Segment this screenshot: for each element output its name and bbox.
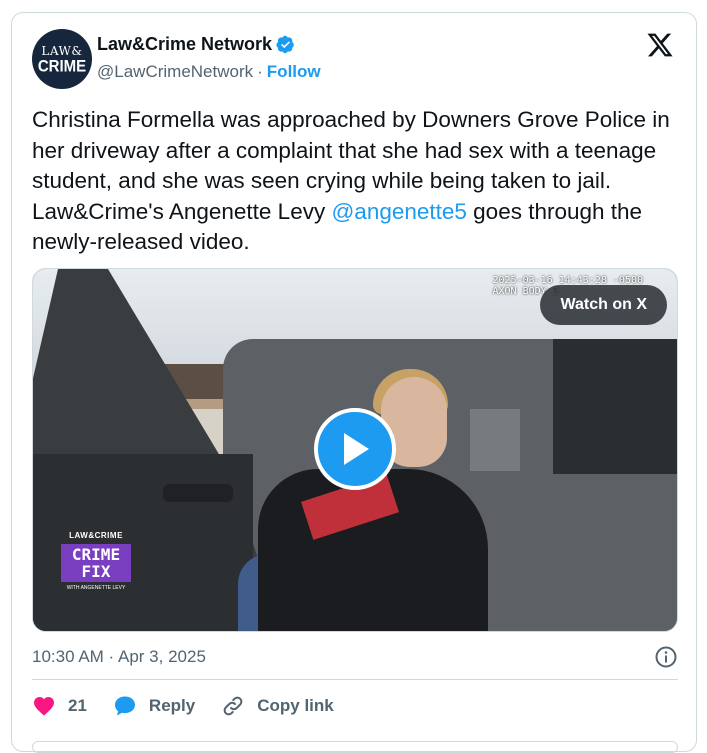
tweet-header: LAW& CRIME Law&Crime Network @LawCrimeNe… bbox=[32, 29, 676, 89]
mention-link[interactable]: @angenette5 bbox=[331, 199, 466, 224]
show-logo-host: WITH ANGENETTE LEVY bbox=[66, 585, 126, 591]
x-logo-icon[interactable] bbox=[646, 31, 674, 59]
avatar-text-bottom: CRIME bbox=[37, 56, 87, 76]
follow-button[interactable]: Follow bbox=[267, 62, 321, 82]
handle[interactable]: @LawCrimeNetwork bbox=[97, 62, 253, 82]
heart-icon bbox=[34, 697, 54, 716]
like-button[interactable]: 21 bbox=[32, 694, 87, 718]
scene-car-window bbox=[553, 339, 677, 474]
handle-row: @LawCrimeNetwork · Follow bbox=[97, 62, 321, 82]
timestamp-row: 10:30 AM · Apr 3, 2025 bbox=[32, 645, 678, 669]
info-icon[interactable] bbox=[654, 645, 678, 669]
name-row: Law&Crime Network bbox=[97, 34, 295, 55]
reply-button[interactable]: Reply bbox=[113, 694, 195, 718]
play-button[interactable] bbox=[314, 408, 396, 490]
watch-on-x-button[interactable]: Watch on X bbox=[540, 285, 667, 325]
read-replies-button-edge[interactable] bbox=[32, 741, 678, 753]
post-timestamp[interactable]: 10:30 AM · Apr 3, 2025 bbox=[32, 647, 206, 667]
avatar[interactable]: LAW& CRIME bbox=[32, 29, 92, 89]
scene-blur-box-2 bbox=[470, 409, 520, 471]
verified-badge-icon bbox=[276, 35, 294, 54]
tweet-text: Christina Formella was approached by Dow… bbox=[32, 105, 672, 258]
divider bbox=[32, 679, 678, 680]
copy-link-label: Copy link bbox=[257, 696, 334, 715]
action-bar: 21 Reply Copy link bbox=[32, 693, 360, 719]
show-logo-network: LAW&CRIME bbox=[69, 531, 123, 540]
avatar-text-top: LAW& bbox=[41, 43, 83, 58]
show-logo: LAW&CRIME CRIME FIX WITH ANGENETTE LEVY bbox=[61, 531, 131, 619]
copy-link-button[interactable]: Copy link bbox=[221, 694, 334, 718]
show-logo-title: CRIME FIX bbox=[61, 544, 131, 582]
reply-bubble-icon bbox=[114, 696, 135, 716]
link-icon bbox=[223, 696, 243, 716]
separator: · bbox=[257, 62, 263, 81]
display-name[interactable]: Law&Crime Network bbox=[97, 34, 272, 55]
tweet-card: LAW& CRIME Law&Crime Network @LawCrimeNe… bbox=[11, 12, 697, 753]
scene-door-handle bbox=[163, 484, 233, 502]
reply-label: Reply bbox=[148, 696, 196, 715]
video-player[interactable]: 2025-03-16 14:43:28 -0500 AXON BODY 3 Wa… bbox=[32, 268, 678, 632]
play-icon bbox=[344, 433, 369, 465]
like-count: 21 bbox=[68, 696, 87, 715]
